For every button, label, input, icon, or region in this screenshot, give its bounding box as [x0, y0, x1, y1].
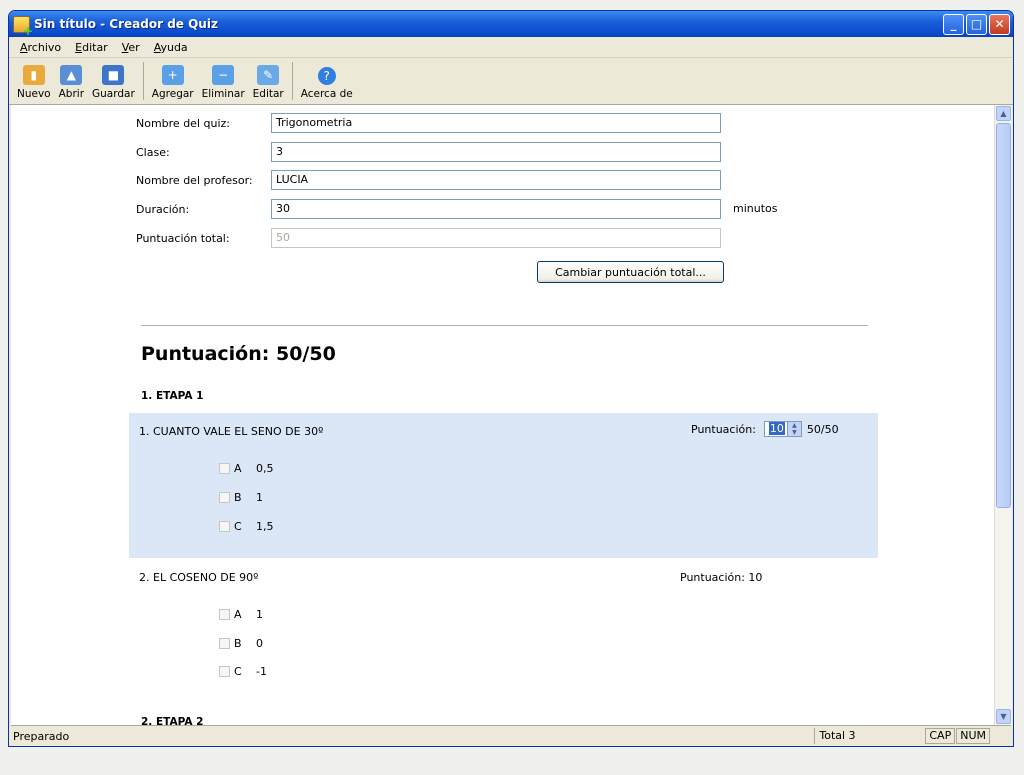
menu-ver[interactable]: Ver — [115, 41, 147, 54]
scroll-down-icon[interactable]: ▼ — [996, 709, 1011, 724]
class-field[interactable]: 3 — [271, 142, 721, 162]
teacher-label: Nombre del profesor: — [136, 173, 253, 187]
vertical-scrollbar[interactable]: ▲ ▼ — [994, 105, 1012, 725]
save-button[interactable]: ■ Guardar — [88, 65, 139, 104]
quiz-name-label: Nombre del quiz: — [136, 116, 230, 130]
stage-title: 1. ETAPA 1 — [141, 390, 204, 402]
duration-label: Duración: — [136, 202, 190, 216]
question-card[interactable]: 2. EL COSENO DE 90º Puntuación: 10 A 1 B… — [129, 560, 878, 700]
points-label: Puntuación: — [691, 422, 756, 436]
quiz-editor-area: Nombre del quiz: Trigonometria Clase: 3 … — [11, 105, 994, 725]
toolbar-separator — [142, 62, 144, 100]
new-button[interactable]: ▮ Nuevo — [13, 65, 55, 104]
edit-question-button[interactable]: ✎ Editar — [249, 65, 288, 104]
question-title: 2. EL COSENO DE 90º — [139, 571, 259, 584]
stage-title: 2. ETAPA 2 — [141, 716, 204, 725]
save-disk-icon: ■ — [102, 65, 125, 85]
divider — [141, 325, 868, 326]
delete-question-icon: − — [212, 65, 235, 85]
class-label: Clase: — [136, 145, 170, 159]
question-title: 1. CUANTO VALE EL SENO DE 30º — [139, 425, 324, 438]
minimize-button[interactable]: _ — [943, 13, 964, 35]
scroll-thumb[interactable] — [996, 123, 1011, 508]
correct-checkbox[interactable] — [219, 463, 230, 474]
status-bar: Preparado Total 3 CAP NUM — [11, 725, 1011, 746]
points-stepper[interactable]: 10 ▲ ▼ — [763, 421, 802, 437]
points-label: Puntuación: 10 — [680, 571, 763, 584]
duration-field[interactable]: 30 — [271, 199, 721, 219]
window-title: Sin título - Creador de Quiz — [34, 17, 218, 31]
stepper-down-icon[interactable]: ▼ — [792, 429, 797, 436]
answer-option[interactable]: C -1 — [219, 665, 267, 678]
menu-bar: Archivo Editar Ver Ayuda — [9, 37, 1013, 58]
correct-checkbox[interactable] — [219, 492, 230, 503]
scroll-up-icon[interactable]: ▲ — [996, 106, 1011, 121]
title-bar[interactable]: Sin título - Creador de Quiz _ □ ✕ — [9, 11, 1013, 38]
caps-lock-indicator: CAP — [925, 728, 956, 744]
quiz-name-field[interactable]: Trigonometria — [271, 113, 721, 133]
answer-option[interactable]: B 0 — [219, 637, 263, 650]
menu-editar[interactable]: Editar — [68, 41, 115, 54]
question-card-selected[interactable]: 1. CUANTO VALE EL SENO DE 30º Puntuación… — [129, 413, 878, 558]
stepper-up-icon[interactable]: ▲ — [792, 422, 797, 429]
points-input[interactable]: 10 — [763, 421, 788, 437]
app-window: Sin título - Creador de Quiz _ □ ✕ Archi… — [8, 10, 1014, 747]
score-heading: Puntuación: 50/50 — [141, 343, 336, 365]
num-lock-indicator: NUM — [956, 728, 990, 744]
menu-ayuda[interactable]: Ayuda — [147, 41, 195, 54]
app-icon — [13, 15, 33, 38]
add-question-button[interactable]: + Agregar — [148, 65, 198, 104]
points-fraction: 50/50 — [806, 422, 839, 436]
total-score-field: 50 — [271, 228, 721, 248]
open-button[interactable]: ▲ Abrir — [55, 65, 88, 104]
maximize-button[interactable]: □ — [966, 13, 987, 35]
correct-checkbox[interactable] — [219, 521, 230, 532]
open-folder-icon: ▲ — [60, 65, 83, 85]
menu-archivo[interactable]: Archivo — [13, 41, 68, 54]
answer-option[interactable]: A 1 — [219, 608, 263, 621]
answer-option[interactable]: C 1,5 — [219, 520, 274, 533]
status-text: Preparado — [13, 729, 70, 743]
correct-checkbox[interactable] — [219, 666, 230, 677]
about-button[interactable]: ? Acerca de — [297, 67, 357, 104]
toolbar: ▮ Nuevo ▲ Abrir ■ Guardar + Agregar − El… — [9, 58, 1013, 105]
new-icon: ▮ — [22, 65, 45, 85]
correct-checkbox[interactable] — [219, 638, 230, 649]
help-icon: ? — [317, 67, 336, 85]
status-total: Total 3 — [814, 728, 905, 744]
answer-option[interactable]: B 1 — [219, 491, 263, 504]
edit-question-icon: ✎ — [257, 65, 280, 85]
delete-question-button[interactable]: − Eliminar — [198, 65, 249, 104]
toolbar-separator — [291, 62, 293, 100]
duration-unit: minutos — [733, 202, 778, 215]
add-question-icon: + — [161, 65, 184, 85]
total-score-label: Puntuación total: — [136, 231, 230, 245]
teacher-field[interactable]: LUCIA — [271, 170, 721, 190]
close-button[interactable]: ✕ — [989, 13, 1010, 35]
answer-option[interactable]: A 0,5 — [219, 462, 274, 475]
correct-checkbox[interactable] — [219, 609, 230, 620]
change-total-score-button[interactable]: Cambiar puntuación total... — [537, 261, 724, 283]
